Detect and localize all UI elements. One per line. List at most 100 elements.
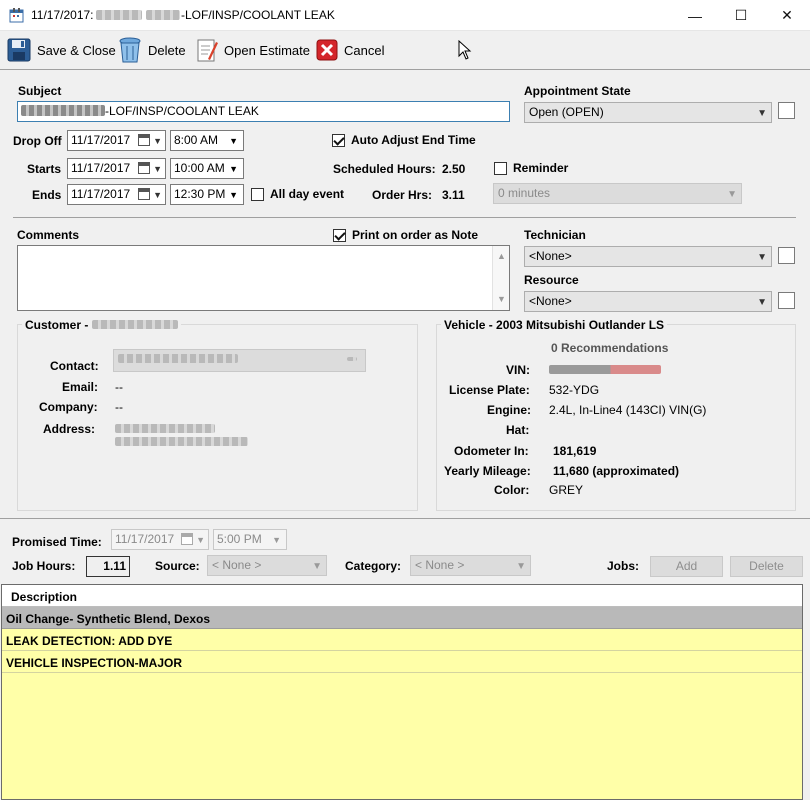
minimize-button[interactable]: — — [672, 0, 718, 31]
engine-label: Engine: — [487, 403, 531, 417]
appointment-color-box[interactable] — [778, 102, 795, 119]
chevron-down-icon: ▼ — [153, 136, 162, 146]
all-day-checkbox[interactable] — [251, 188, 264, 201]
comments-scrollbar[interactable]: ▲ ▼ — [492, 246, 509, 310]
chevron-down-icon: ▼ — [229, 164, 238, 174]
reminder-select[interactable]: 0 minutes ▼ — [493, 183, 742, 204]
starts-date-picker[interactable]: 11/17/2017 ▼ — [67, 158, 166, 179]
promised-time-label: Promised Time: — [12, 535, 102, 549]
print-note-label: Print on order as Note — [352, 228, 479, 242]
ends-date-picker[interactable]: 11/17/2017 ▼ — [67, 184, 166, 205]
yearly-mileage-label: Yearly Mileage: — [444, 464, 531, 478]
contact-label: Contact: — [50, 359, 99, 373]
category-select[interactable]: < None > ▼ — [410, 555, 531, 576]
add-job-button[interactable]: Add — [650, 556, 723, 577]
comments-textarea[interactable]: ▲ ▼ — [17, 245, 510, 311]
chevron-down-icon — [347, 357, 357, 361]
jobs-grid: Description Oil Change- Synthetic Blend,… — [1, 584, 803, 800]
save-close-button[interactable]: Save & Close — [7, 35, 116, 65]
vin-label: VIN: — [506, 363, 530, 377]
cancel-x-icon — [316, 39, 338, 61]
promised-date-picker[interactable]: 11/17/2017 ▼ — [111, 529, 209, 550]
scroll-down-icon[interactable]: ▼ — [497, 292, 506, 307]
license-plate-label: License Plate: — [449, 383, 530, 397]
redacted-name — [96, 10, 142, 20]
email-label: Email: — [62, 380, 99, 394]
license-plate-value: 532-YDG — [549, 383, 600, 397]
estimate-document-icon — [197, 39, 218, 62]
calendar-icon — [138, 162, 150, 174]
appointment-state-label: Appointment State — [524, 84, 631, 98]
table-row[interactable]: Oil Change- Synthetic Blend, Dexos — [2, 607, 802, 629]
open-estimate-button[interactable]: Open Estimate — [196, 35, 310, 65]
starts-label: Starts — [27, 162, 62, 176]
appointment-state-select[interactable]: Open (OPEN) ▼ — [524, 102, 772, 123]
subject-label: Subject — [18, 84, 62, 98]
save-close-label: Save & Close — [37, 42, 116, 58]
chevron-down-icon: ▼ — [757, 297, 767, 308]
technician-label: Technician — [524, 228, 586, 242]
window-title-suffix: -LOF/INSP/COOLANT LEAK — [181, 8, 335, 22]
chevron-down-icon: ▼ — [757, 108, 767, 119]
delete-button[interactable]: Delete — [118, 35, 186, 65]
all-day-label: All day event — [270, 187, 345, 201]
customer-title: Customer - — [25, 318, 89, 332]
appointment-state-value: Open (OPEN) — [529, 105, 604, 119]
close-window-button[interactable]: ✕ — [764, 0, 810, 31]
company-label: Company: — [39, 400, 98, 414]
ends-time-select[interactable]: 12:30 PM ▼ — [170, 184, 244, 205]
promised-time-select[interactable]: 5:00 PM ▼ — [213, 529, 287, 550]
category-value: < None > — [415, 558, 465, 572]
resource-select[interactable]: <None> ▼ — [524, 291, 772, 312]
starts-time-select[interactable]: 10:00 AM ▼ — [170, 158, 244, 179]
color-value: GREY — [549, 483, 584, 497]
floppy-disk-icon — [7, 38, 31, 62]
address-label: Address: — [43, 422, 96, 436]
delete-job-button[interactable]: Delete — [730, 556, 803, 577]
scroll-up-icon[interactable]: ▲ — [497, 249, 506, 264]
yearly-mileage-value: 11,680 (approximated) — [553, 464, 680, 478]
toolbar: Save & Close Delete Open Estimate Cancel — [0, 31, 810, 70]
window-title-date: 11/17/2017: — [31, 8, 94, 22]
table-row[interactable]: LEAK DETECTION: ADD DYE — [2, 629, 802, 651]
dropoff-date-value: 11/17/2017 — [71, 133, 131, 147]
delete-label: Delete — [148, 42, 186, 58]
description-column-header[interactable]: Description — [2, 585, 802, 607]
subject-input[interactable]: -LOF/INSP/COOLANT LEAK — [17, 101, 510, 122]
cancel-button[interactable]: Cancel — [316, 35, 384, 65]
table-row[interactable]: VEHICLE INSPECTION-MAJOR — [2, 651, 802, 673]
technician-color-box[interactable] — [778, 247, 795, 264]
cancel-label: Cancel — [344, 42, 385, 58]
section-divider — [13, 217, 796, 218]
dropoff-date-picker[interactable]: 11/17/2017 ▼ — [67, 130, 166, 151]
section-divider — [0, 518, 810, 519]
recommendations-link[interactable]: 0 Recommendations — [551, 341, 668, 355]
source-value: < None > — [212, 558, 262, 572]
source-select[interactable]: < None > ▼ — [207, 555, 327, 576]
ends-time-value: 12:30 PM — [174, 187, 226, 201]
order-hrs-value: 3.11 — [442, 188, 465, 202]
redacted-name — [146, 10, 180, 20]
vehicle-title: Vehicle - 2003 Mitsubishi Outlander LS — [441, 318, 668, 332]
ends-label: Ends — [32, 188, 62, 202]
customer-group-title: Customer - — [22, 318, 181, 332]
contact-select[interactable] — [113, 349, 366, 372]
chevron-down-icon: ▼ — [312, 561, 322, 572]
reminder-value: 0 minutes — [498, 186, 551, 200]
maximize-button[interactable]: ☐ — [718, 0, 764, 31]
auto-adjust-checkbox[interactable] — [332, 134, 345, 147]
odometer-label: Odometer In: — [454, 444, 529, 458]
odometer-value: 181,619 — [553, 444, 597, 458]
starts-date-value: 11/17/2017 — [71, 161, 131, 175]
chevron-down-icon: ▼ — [196, 535, 205, 545]
dropoff-time-select[interactable]: 8:00 AM ▼ — [170, 130, 244, 151]
open-estimate-label: Open Estimate — [224, 42, 310, 58]
reminder-checkbox[interactable] — [494, 162, 507, 175]
technician-select[interactable]: <None> ▼ — [524, 246, 772, 267]
print-note-checkbox[interactable] — [333, 229, 346, 242]
chevron-down-icon: ▼ — [516, 561, 526, 572]
subject-value: -LOF/INSP/COOLANT LEAK — [105, 104, 259, 118]
resource-color-box[interactable] — [778, 292, 795, 309]
dropoff-time-value: 8:00 AM — [174, 133, 219, 147]
calendar-app-icon — [9, 8, 24, 23]
